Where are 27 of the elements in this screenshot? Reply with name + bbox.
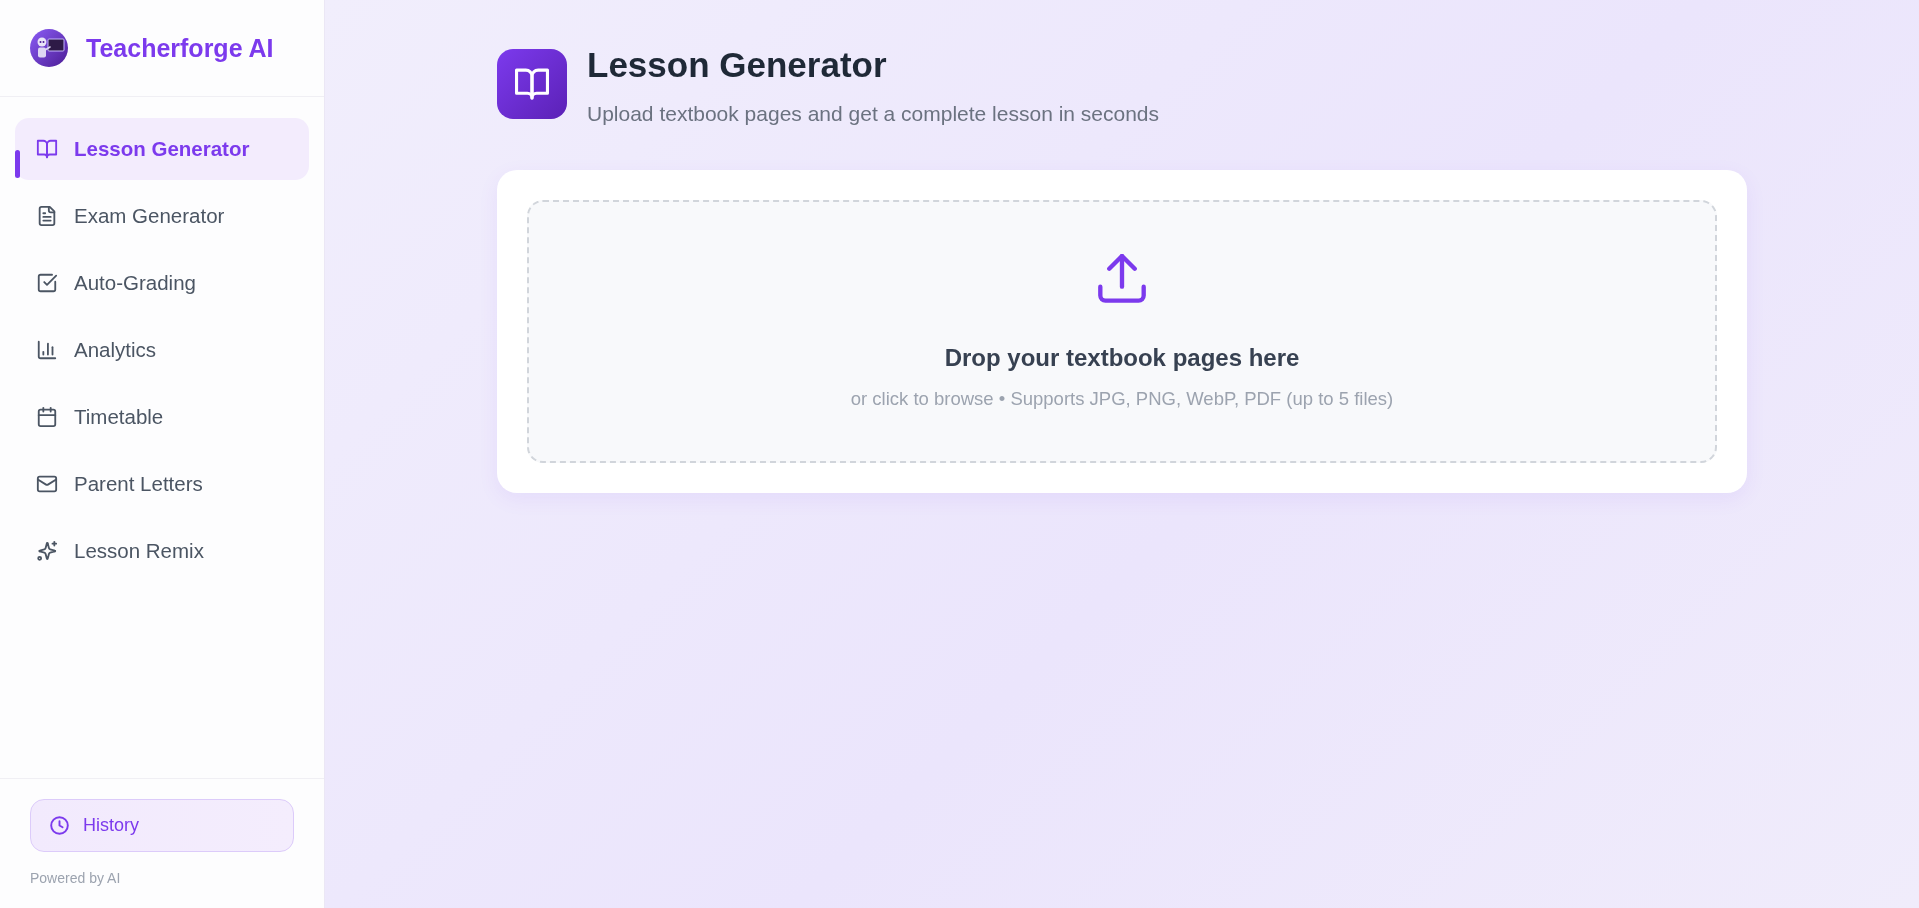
sidebar-item[interactable]: Lesson Generator bbox=[15, 118, 309, 180]
brand-name: Teacherforge AI bbox=[86, 33, 274, 63]
sidebar-item[interactable]: Timetable bbox=[15, 386, 309, 448]
book-icon bbox=[497, 49, 567, 119]
drop-hint: or click to browse • Supports JPG, PNG, WebP, PDF (up to 5 files) bbox=[850, 387, 1394, 411]
envelope-icon bbox=[36, 473, 58, 495]
history-button[interactable]: History bbox=[30, 799, 294, 852]
calendar-icon bbox=[36, 406, 58, 428]
sidebar-item[interactable]: Exam Generator bbox=[15, 185, 309, 247]
active-indicator-bar bbox=[15, 150, 20, 178]
sidebar-item[interactable]: Parent Letters bbox=[15, 453, 309, 515]
logo-icon bbox=[30, 29, 68, 67]
bar-chart-icon bbox=[36, 339, 58, 361]
checkbox-icon bbox=[36, 272, 58, 294]
clock-icon bbox=[49, 815, 70, 836]
upload-icon bbox=[1097, 254, 1147, 304]
page-subtitle: Upload textbook pages and get a complete lesson in seconds bbox=[587, 101, 1160, 127]
drop-title: Drop your textbook pages here bbox=[944, 343, 1300, 373]
sidebar-item[interactable]: Analytics bbox=[15, 319, 309, 381]
sidebar-item[interactable]: Lesson Remix bbox=[15, 520, 309, 582]
sparkle-icon bbox=[36, 540, 58, 562]
footer-text: Powered by AI bbox=[30, 870, 121, 886]
book-icon bbox=[36, 138, 58, 160]
file-drop-zone[interactable]: Drop your textbook pages here or click to browse • Supports JPG, PNG, WebP, PDF (up to 5 files) bbox=[527, 200, 1717, 463]
document-icon bbox=[36, 205, 58, 227]
sidebar-item[interactable]: Auto-Grading bbox=[15, 252, 309, 314]
page-title: Lesson Generator bbox=[587, 45, 887, 85]
